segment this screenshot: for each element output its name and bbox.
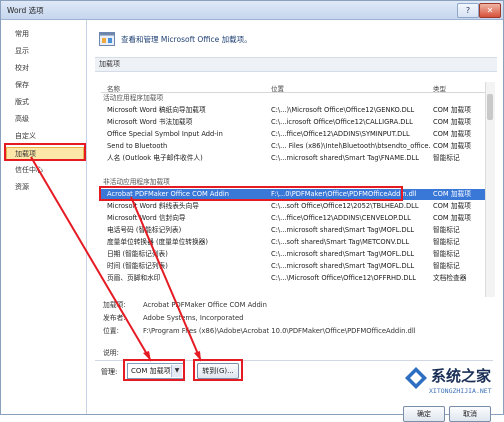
word-options-dialog: Word 选项 ? ✕ 常用 显示 校对 保存 版式 高级 自定义 加载项 信任…	[0, 0, 504, 422]
watermark-url: XITONGZHIJIA.NET	[429, 387, 492, 395]
arrowhead-go	[194, 351, 201, 361]
annotation-arrows	[30, 156, 202, 362]
arrowhead-select	[143, 351, 151, 361]
arrow-to-select	[30, 156, 152, 362]
logo-icon	[405, 367, 427, 389]
watermark: 系统之家 XITONGZHIJIA.NET	[401, 361, 503, 413]
watermark-text: 系统之家	[431, 367, 492, 385]
arrow-to-go	[130, 196, 202, 362]
